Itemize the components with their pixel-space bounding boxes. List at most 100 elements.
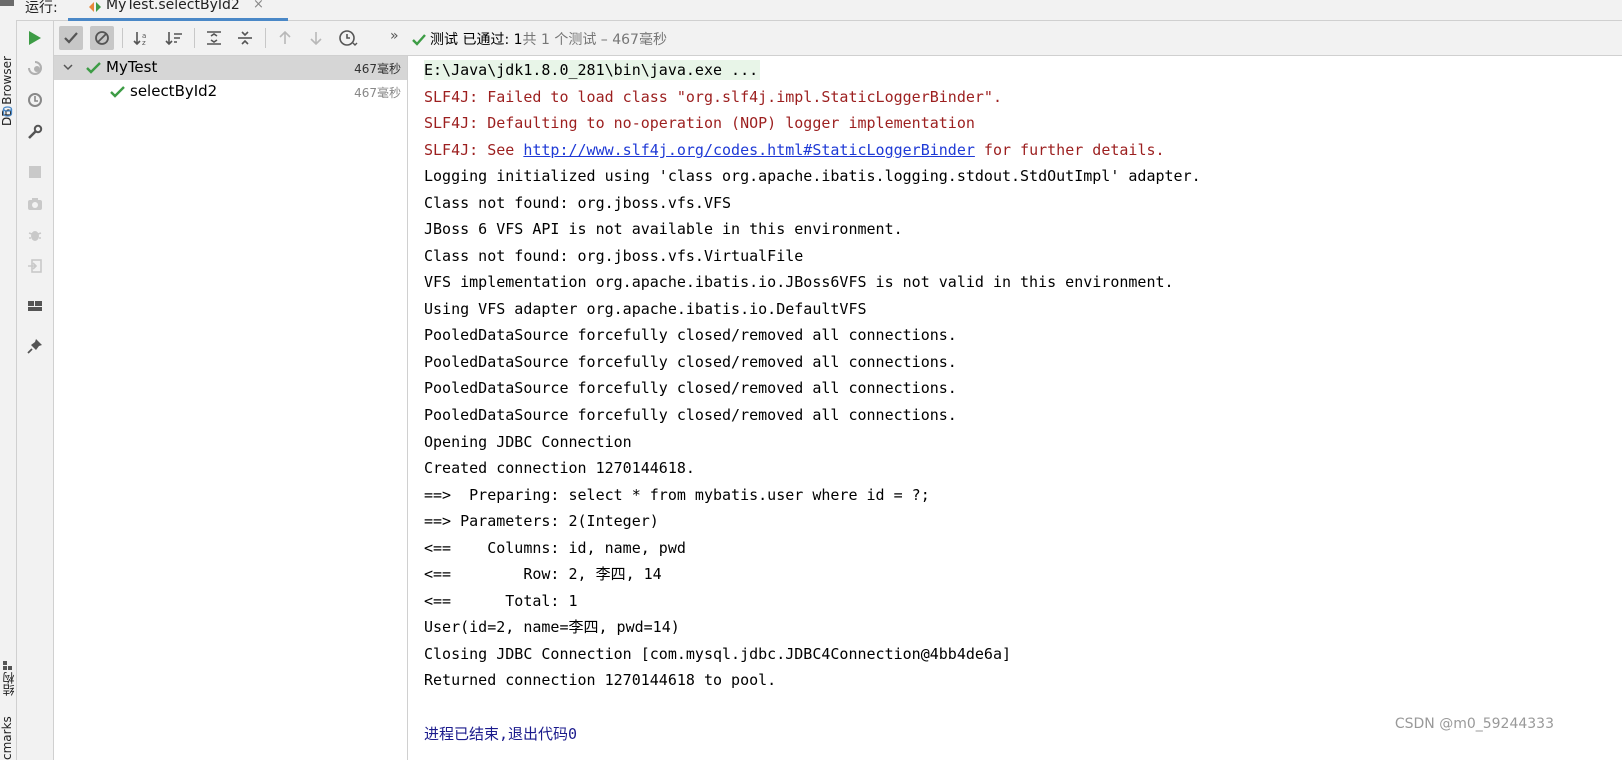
- database-icon: [2, 106, 13, 117]
- watermark: CSDN @m0_59244333: [1394, 716, 1554, 732]
- console-error-text: for further details.: [974, 141, 1165, 159]
- check-icon: [64, 32, 78, 44]
- sort-duration-button[interactable]: [162, 26, 186, 50]
- sort-by-duration-icon: [165, 32, 182, 46]
- layout-button[interactable]: [26, 297, 44, 315]
- camera-icon: [28, 198, 42, 210]
- console-log-line: JBoss 6 VFS API is not available in this…: [424, 220, 903, 239]
- expand-all-icon: [207, 31, 221, 45]
- run-tab-mytest[interactable]: MyTest.selectById2 ×: [68, 0, 288, 21]
- structure-icon: [3, 661, 12, 670]
- more-toolbar-actions[interactable]: »: [390, 28, 399, 44]
- close-tab-icon[interactable]: ×: [253, 0, 264, 12]
- console-log-line: PooledDataSource forcefully closed/remov…: [424, 326, 957, 345]
- pin-tab-button[interactable]: [26, 337, 44, 355]
- console-log-line: User(id=2, name=李四, pwd=14): [424, 618, 680, 637]
- toolbar-separator: [122, 28, 123, 48]
- settings-button[interactable]: [26, 123, 44, 141]
- console-error-line: SLF4J: Failed to load class "org.slf4j.i…: [424, 88, 1002, 106]
- tree-item-mytest[interactable]: MyTest 467毫秒: [54, 56, 407, 80]
- tree-item-duration: 467毫秒: [354, 86, 401, 100]
- rerun-failed-icon: [28, 61, 42, 75]
- console-error-text: SLF4J: See: [424, 141, 524, 159]
- console-log-line: PooledDataSource forcefully closed/remov…: [424, 379, 957, 398]
- console-log-line: Created connection 1270144618.: [424, 459, 695, 478]
- rerun-button[interactable]: [26, 29, 44, 47]
- console-error-line: SLF4J: Defaulting to no-operation (NOP) …: [424, 114, 975, 132]
- console-log-line: Returned connection 1270144618 to pool.: [424, 671, 777, 690]
- clock-history-icon: [339, 30, 358, 46]
- stop-icon: [29, 166, 41, 178]
- passed-check-icon: [110, 86, 125, 98]
- console-log-line: <== Row: 2, 李四, 14: [424, 565, 662, 584]
- arrow-down-icon: [310, 32, 322, 46]
- toolbar-separator: [194, 28, 195, 48]
- console-log-line: Class not found: org.jboss.vfs.VirtualFi…: [424, 246, 804, 265]
- svg-text:z: z: [142, 39, 146, 46]
- collapse-all-icon: [238, 31, 252, 45]
- side-tool-strip: DB Browser 结构 cmarks: [0, 0, 17, 760]
- tests-passed-text: 测试 已通过: 1: [430, 32, 523, 48]
- run-label: 运行:: [25, 0, 58, 16]
- layout-icon: [28, 301, 42, 311]
- tests-summary-text: 共 1 个测试 – 467毫秒: [522, 32, 667, 48]
- test-history-button[interactable]: [336, 26, 360, 50]
- expand-all-button[interactable]: [202, 26, 226, 50]
- tree-item-label: selectById2: [130, 82, 218, 100]
- sort-alphabetically-icon: az: [133, 32, 146, 46]
- console-log-line: ==> Preparing: select * from mybatis.use…: [424, 485, 930, 504]
- strip-top-marker: [0, 0, 14, 6]
- bookmarks-tab[interactable]: cmarks: [0, 714, 16, 760]
- tree-item-selectbyid2[interactable]: selectById2 467毫秒: [54, 80, 407, 104]
- console-output[interactable]: E:\Java\jdk1.8.0_281\bin\java.exe ... SL…: [408, 56, 1622, 760]
- console-log-line: PooledDataSource forcefully closed/remov…: [424, 352, 957, 371]
- toolbar-separator: [265, 28, 266, 48]
- console-exit-line: 进程已结束,退出代码0: [424, 725, 578, 743]
- console-log-line: Class not found: org.jboss.vfs.VFS: [424, 193, 732, 212]
- arrow-up-icon: [279, 30, 291, 44]
- ignored-icon: [95, 31, 109, 45]
- debug-button[interactable]: [26, 226, 44, 244]
- console-log-line: Using VFS adapter org.apache.ibatis.io.D…: [424, 299, 867, 318]
- passed-check-icon: [86, 62, 101, 74]
- console-log-line: Logging initialized using 'class org.apa…: [424, 167, 1201, 185]
- exit-button[interactable]: [26, 257, 44, 275]
- sort-alpha-button[interactable]: az: [130, 26, 154, 50]
- console-log-line: VFS implementation org.apache.ibatis.io.…: [424, 273, 1174, 292]
- console-command-line: E:\Java\jdk1.8.0_281\bin\java.exe ...: [424, 60, 761, 80]
- auto-rerun-icon: [28, 93, 42, 107]
- test-config-icon: [89, 2, 101, 12]
- console-log-line: Opening JDBC Connection: [424, 432, 632, 451]
- stop-button[interactable]: [26, 163, 44, 181]
- run-tab-bar: 运行: MyTest.selectById2 ×: [16, 0, 1622, 21]
- passed-check-icon: [412, 34, 426, 46]
- test-results-tree: MyTest 467毫秒 selectById2 467毫秒: [54, 56, 408, 760]
- test-status: 测试 已通过: 1共 1 个测试 – 467毫秒: [412, 29, 667, 49]
- show-passed-button[interactable]: [59, 26, 83, 50]
- console-log-line: PooledDataSource forcefully closed/remov…: [424, 405, 957, 424]
- wrench-icon: [28, 124, 43, 139]
- collapse-all-button[interactable]: [233, 26, 257, 50]
- bug-icon: [28, 231, 42, 241]
- tree-item-duration: 467毫秒: [354, 62, 401, 76]
- chevron-down-icon[interactable]: [62, 61, 74, 73]
- structure-tab[interactable]: 结构: [0, 648, 16, 696]
- slf4j-link[interactable]: http://www.slf4j.org/codes.html#StaticLo…: [523, 141, 975, 159]
- pin-icon: [27, 339, 42, 354]
- show-ignored-button[interactable]: [90, 26, 114, 50]
- run-side-toolbar: [17, 21, 54, 760]
- run-tab-name: MyTest.selectById2: [106, 0, 240, 13]
- exit-icon: [28, 259, 42, 273]
- rerun-failed-button[interactable]: [26, 59, 44, 77]
- tree-item-label: MyTest: [106, 58, 158, 76]
- console-error-line: SLF4J: See http://www.slf4j.org/codes.ht…: [424, 140, 1165, 160]
- toggle-auto-test-button[interactable]: [26, 91, 44, 109]
- play-icon: [29, 31, 41, 45]
- console-log-line: Closing JDBC Connection [com.mysql.jdbc.…: [424, 644, 1011, 663]
- console-log-line: ==> Parameters: 2(Integer): [424, 512, 659, 531]
- test-toolbar: az » 测试 已通过: 1共 1 个测试 – 467毫秒: [54, 21, 1622, 56]
- previous-failed-button[interactable]: [273, 26, 297, 50]
- dump-threads-button[interactable]: [26, 195, 44, 213]
- console-log-line: <== Columns: id, name, pwd: [424, 538, 686, 557]
- next-failed-button[interactable]: [304, 26, 328, 50]
